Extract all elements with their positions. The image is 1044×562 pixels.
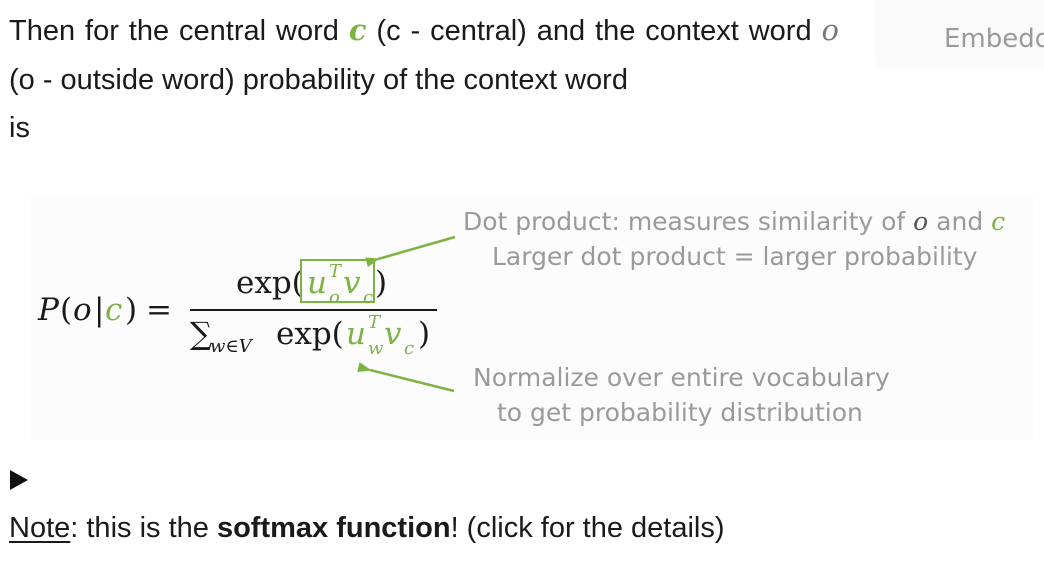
lhs-o: o <box>73 292 92 328</box>
normalize-annotation-line2: to get probability distribution <box>497 398 863 427</box>
normalize-annotation-line1: Normalize over entire vocabulary <box>473 363 890 392</box>
softmax-function-term: softmax function <box>216 512 451 544</box>
denominator-v: v <box>384 316 402 352</box>
equals-sign: = <box>146 292 172 328</box>
intro-text-4: is <box>9 112 30 144</box>
numerator-exp: exp( <box>236 265 304 301</box>
annotation-c-variable: c <box>991 207 1005 236</box>
expand-triangle-icon[interactable] <box>10 470 28 490</box>
annotation-and: and <box>928 207 991 236</box>
note-text-1: : this is the <box>70 512 217 544</box>
softmax-note[interactable]: Note: this is the softmax function! (cli… <box>9 508 725 548</box>
numerator-v-subscript: c <box>363 287 373 308</box>
outside-word-variable: o <box>821 13 839 47</box>
annotation-o-variable: o <box>913 207 928 236</box>
side-tab-label: Embedd <box>944 24 1044 54</box>
intro-text-2: (c - central) and the context word <box>366 15 822 47</box>
dot-product-annotation-line2: Larger dot product = larger probability <box>492 242 978 271</box>
denominator-u-subscript: w <box>368 338 384 359</box>
denominator-v-subscript: c <box>404 338 414 359</box>
denominator-exp: exp( <box>276 316 344 352</box>
note-label: Note <box>9 512 71 544</box>
numerator-u-subscript: o <box>329 287 340 308</box>
dot-product-annotation-line1: Dot product: measures similarity of o an… <box>463 207 1005 236</box>
lhs-bar: | <box>94 292 104 328</box>
normalize-arrow <box>357 362 455 393</box>
central-word-variable: c <box>348 13 367 47</box>
lhs-close-paren: ) <box>125 292 137 328</box>
denominator-u-superscript: T <box>368 312 382 333</box>
softmax-formula-figure: P ( o | c ) = exp( u T o v c ) ∑ w∈V exp… <box>37 207 1005 427</box>
dot-product-annotation-text: Dot product: measures similarity of <box>463 207 913 236</box>
numerator-v: v <box>343 265 361 301</box>
intro-text-1: Then for the central word <box>9 15 349 47</box>
embeddings-side-tab[interactable]: Embedd <box>876 0 1044 68</box>
softmax-formula-panel: P ( o | c ) = exp( u T o v c ) ∑ w∈V exp… <box>30 196 1034 440</box>
numerator-u-superscript: T <box>329 261 343 282</box>
denominator-sum-symbol: ∑ <box>190 316 212 352</box>
denominator-u: u <box>346 316 366 352</box>
denominator-sum-subscript: w∈V <box>210 336 254 357</box>
lhs-p: P <box>37 292 60 328</box>
lhs-c: c <box>105 292 122 328</box>
lhs-open-paren: ( <box>60 292 72 328</box>
intro-text-3: (o - outside word) probability of the co… <box>9 63 628 96</box>
note-text-2: ! (click for the details) <box>450 512 725 544</box>
numerator-close-paren: ) <box>375 265 387 301</box>
dot-product-arrow <box>365 235 456 268</box>
numerator-u: u <box>307 265 327 301</box>
denominator-close-paren: ) <box>418 316 430 352</box>
intro-paragraph: Then for the central word c (c - central… <box>9 6 839 153</box>
